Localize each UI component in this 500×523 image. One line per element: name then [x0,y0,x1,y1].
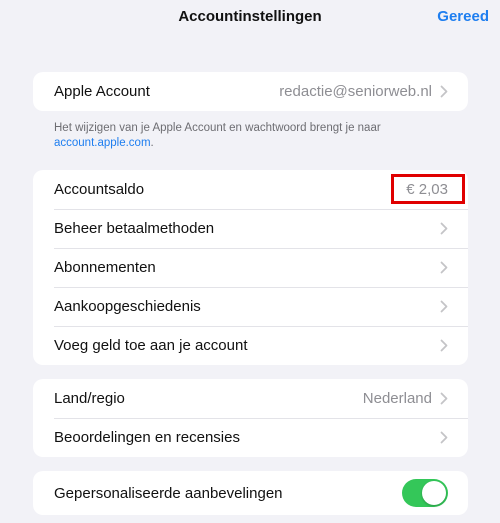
chevron-right-icon [440,261,448,274]
purchase-history-row[interactable]: Aankoopgeschiedenis [33,287,468,326]
chevron-right-icon [440,300,448,313]
apple-account-email: redactie@seniorweb.nl [279,83,432,100]
country-region-label: Land/regio [54,390,125,407]
done-button[interactable]: Gereed [437,8,489,25]
chevron-right-icon [440,85,448,98]
purchase-history-label: Aankoopgeschiedenis [54,298,201,315]
personalization-group: Gepersonaliseerde aanbevelingen [33,471,468,515]
account-balance-label: Accountsaldo [54,181,145,198]
page-title: Accountinstellingen [178,8,322,25]
ratings-reviews-label: Beoordelingen en recensies [54,429,240,446]
add-funds-row[interactable]: Voeg geld toe aan je account [33,326,468,365]
account-apple-link[interactable]: account.apple.com [54,137,151,149]
personalized-recommendations-row: Gepersonaliseerde aanbevelingen [33,471,468,515]
footer-period: . [150,137,154,149]
chevron-right-icon [440,339,448,352]
manage-payment-methods-label: Beheer betaalmethoden [54,220,215,237]
footer-text: Het wijzigen van je Apple Account en wac… [54,122,381,134]
apple-account-footer-note: Het wijzigen van je Apple Account en wac… [54,121,454,151]
balance-highlight-box [391,174,465,204]
apple-account-group: Apple Account redactie@seniorweb.nl [33,72,468,111]
subscriptions-label: Abonnementen [54,259,156,276]
chevron-right-icon [440,431,448,444]
subscriptions-row[interactable]: Abonnementen [33,248,468,287]
apple-account-label: Apple Account [54,83,150,100]
personalized-recommendations-toggle[interactable] [402,479,448,507]
add-funds-label: Voeg geld toe aan je account [54,337,248,354]
toggle-knob [422,481,446,505]
chevron-right-icon [440,222,448,235]
country-region-value: Nederland [362,390,432,407]
manage-payment-methods-row[interactable]: Beheer betaalmethoden [33,209,468,248]
region-group: Land/regio Nederland Beoordelingen en re… [33,379,468,457]
personalized-recommendations-label: Gepersonaliseerde aanbevelingen [54,484,283,502]
country-region-row[interactable]: Land/regio Nederland [33,379,468,418]
navigation-bar: Accountinstellingen Gereed [0,0,500,36]
ratings-reviews-row[interactable]: Beoordelingen en recensies [33,418,468,457]
apple-account-row[interactable]: Apple Account redactie@seniorweb.nl [33,72,468,111]
chevron-right-icon [440,392,448,405]
